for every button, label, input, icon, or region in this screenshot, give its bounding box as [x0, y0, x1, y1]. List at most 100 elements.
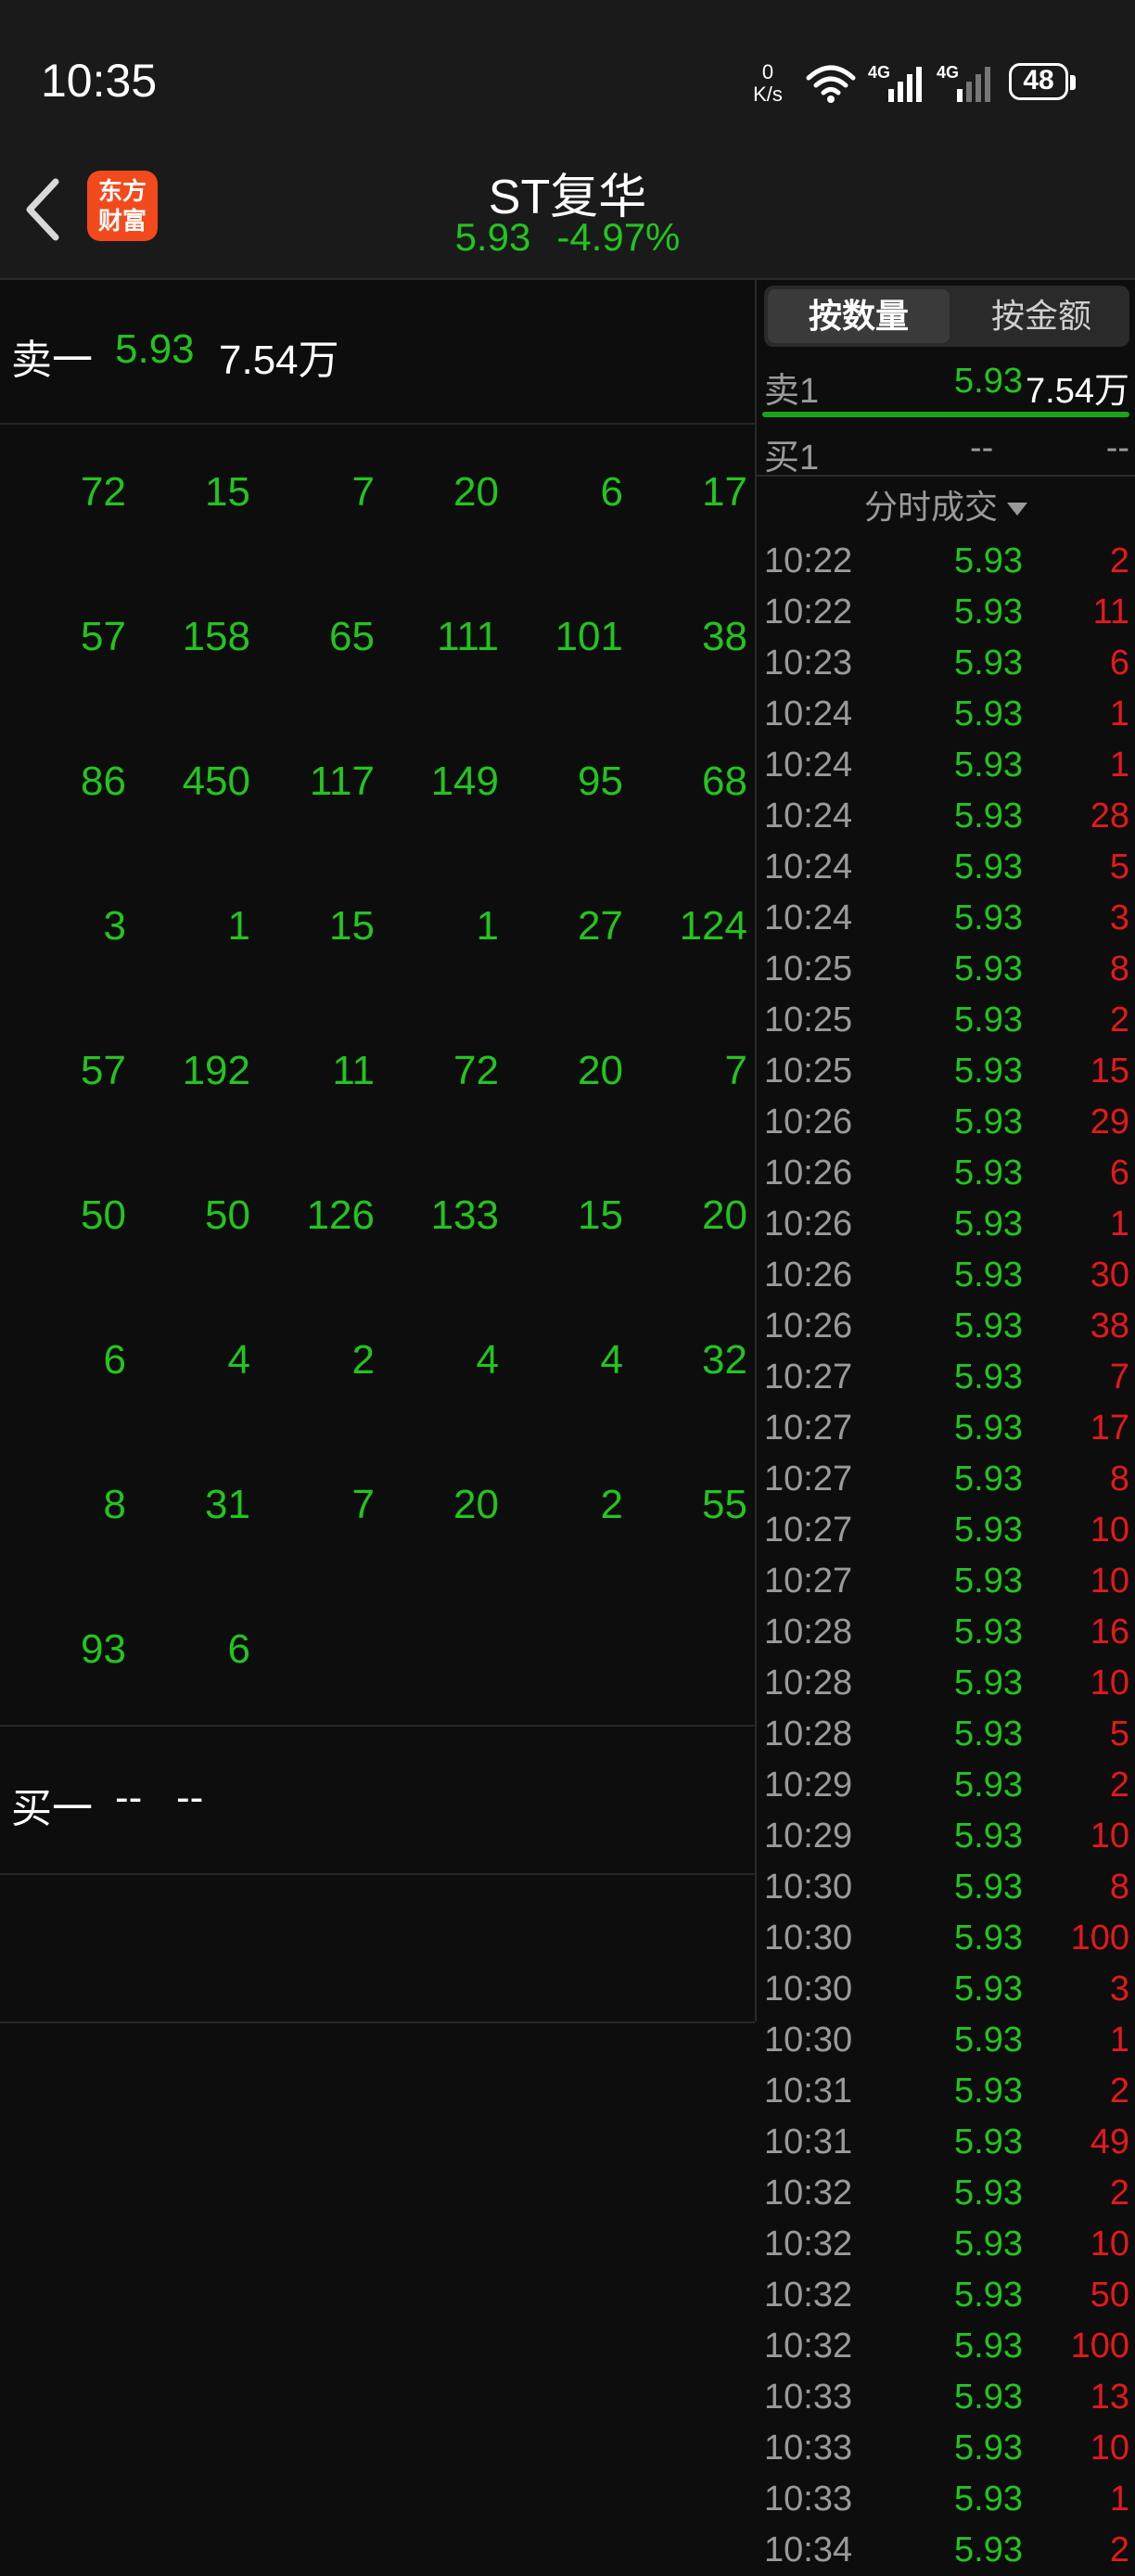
tick-row: 10:27 5.93 17 [757, 1403, 1135, 1454]
tick-row: 10:32 5.93 2 [757, 2168, 1135, 2219]
tick-time: 10:27 [764, 1511, 853, 1549]
tick-row: 10:26 5.93 30 [757, 1250, 1135, 1301]
tick-row: 10:27 5.93 8 [757, 1454, 1135, 1505]
tick-price: 5.93 [954, 1001, 1023, 1039]
tick-volume: 2 [1109, 2531, 1129, 2570]
order-queue-panel: 卖一 5.93 7.54万 72 15 7 20 6 17 57 158 65 111 101 38 8… [0, 280, 757, 2023]
tick-time: 10:26 [764, 1103, 853, 1141]
queue-order-volume: 149 [430, 759, 499, 804]
tick-volume: 1 [1109, 695, 1129, 733]
tick-row: 10:24 5.93 5 [757, 842, 1135, 893]
tick-volume: 49 [1090, 2123, 1129, 2162]
tick-volume: 15 [1090, 1052, 1129, 1090]
cellular-signal-1: 4G [868, 61, 933, 106]
tick-row: 10:28 5.93 5 [757, 1709, 1135, 1760]
tick-volume: 5 [1109, 848, 1129, 886]
queue-row: 57 158 65 111 101 38 [0, 569, 755, 714]
bid-price: -- [115, 1775, 143, 1820]
network-speed: 0 K/s [747, 61, 788, 106]
stock-header: 东方 财富 ST复华 5.93 -4.97% [0, 148, 1135, 280]
tick-price: 5.93 [954, 542, 1023, 580]
tick-volume: 29 [1090, 1103, 1129, 1141]
tick-volume: 6 [1109, 644, 1129, 682]
tick-price: 5.93 [954, 1052, 1023, 1090]
tick-volume: 3 [1109, 899, 1129, 937]
tick-time: 10:32 [764, 2225, 853, 2264]
queue-order-volume: 124 [679, 903, 747, 949]
tick-price: 5.93 [954, 2327, 1023, 2366]
tick-price: 5.93 [954, 2174, 1023, 2213]
tick-price: 5.93 [954, 2429, 1023, 2468]
tick-price: 5.93 [954, 2480, 1023, 2519]
bid-label: 买一 [11, 1786, 93, 1831]
tick-time: 10:22 [764, 542, 853, 580]
tick-row: 10:30 5.93 100 [757, 1913, 1135, 1964]
queue-order-volume: 158 [182, 614, 250, 659]
toggle-by-amount[interactable]: 按金额 [953, 286, 1129, 347]
cellular-signal-2: 4G [937, 61, 1001, 106]
tick-price: 5.93 [954, 797, 1023, 835]
tick-price: 5.93 [954, 1409, 1023, 1447]
status-bar: 10:35 0 K/s 4G 4G 48 [0, 0, 1135, 148]
queue-row: 50 50 126 133 15 20 [0, 1148, 755, 1293]
tick-volume: 10 [1090, 1562, 1129, 1600]
tick-row: 10:31 5.93 2 [757, 2066, 1135, 2117]
queue-order-volume: 57 [81, 614, 126, 659]
tick-volume: 8 [1109, 1460, 1129, 1498]
tick-row: 10:27 5.93 10 [757, 1505, 1135, 1556]
tick-price: 5.93 [954, 1205, 1023, 1243]
tick-volume: 7 [1109, 1358, 1129, 1396]
caret-down-icon [1007, 503, 1027, 516]
tick-price: 5.93 [954, 1868, 1023, 1906]
battery-icon: 48 [1009, 63, 1078, 104]
tick-time: 10:30 [764, 1970, 853, 2009]
tick-volume: 5 [1109, 1715, 1129, 1753]
queue-order-volume: 4 [476, 1337, 499, 1383]
queue-order-volume: 65 [329, 614, 375, 659]
tick-price: 5.93 [954, 1460, 1023, 1498]
ask-level-1[interactable]: 卖一 5.93 7.54万 [0, 280, 755, 425]
tick-price: 5.93 [954, 1715, 1023, 1753]
tick-row: 10:33 5.93 13 [757, 2372, 1135, 2423]
tick-time: 10:26 [764, 1154, 853, 1192]
queue-order-volume: 1 [476, 903, 499, 949]
tick-time: 10:28 [764, 1664, 853, 1702]
ticks-dropdown[interactable]: 分时成交 [757, 482, 1135, 532]
tick-row: 10:24 5.93 1 [757, 740, 1135, 791]
tick-row: 10:29 5.93 10 [757, 1811, 1135, 1862]
tick-row: 10:22 5.93 11 [757, 587, 1135, 638]
clock: 10:35 [41, 55, 158, 107]
tick-time: 10:27 [764, 1409, 853, 1447]
tick-volume: 100 [1070, 1919, 1129, 1958]
queue-order-volume: 27 [578, 903, 623, 949]
buy-1-price: -- [970, 428, 994, 467]
network-speed-value: 0 [761, 60, 774, 83]
bid-level-1[interactable]: 买一 -- -- [0, 1725, 755, 1875]
tick-volume: 11 [1092, 593, 1129, 631]
tick-row: 10:26 5.93 1 [757, 1199, 1135, 1250]
queue-order-volume: 17 [702, 469, 747, 515]
tick-row: 10:27 5.93 10 [757, 1556, 1135, 1607]
queue-order-volume: 6 [600, 469, 623, 515]
tick-volume: 38 [1090, 1307, 1129, 1345]
tick-row: 10:24 5.93 28 [757, 791, 1135, 842]
toggle-by-quantity[interactable]: 按数量 [768, 289, 950, 343]
queue-order-volume: 20 [453, 1482, 499, 1527]
tick-time: 10:33 [764, 2378, 853, 2417]
queue-order-volume: 6 [103, 1337, 126, 1383]
queue-order-volume: 7 [351, 469, 375, 515]
tick-volume: 8 [1109, 1868, 1129, 1906]
sell-1-row: 卖1 5.93 7.54万 [757, 356, 1135, 411]
tick-volume: 10 [1090, 1511, 1129, 1549]
tick-volume: 2 [1109, 2174, 1129, 2213]
ask-label: 卖一 [11, 338, 93, 383]
queue-order-volume: 20 [578, 1048, 623, 1093]
queue-order-volume: 93 [81, 1626, 126, 1672]
tick-time: 10:32 [764, 2276, 853, 2315]
queue-row: 8 31 7 20 2 55 [0, 1437, 755, 1582]
queue-order-volume: 1 [227, 903, 250, 949]
tick-row: 10:25 5.93 15 [757, 1046, 1135, 1097]
queue-order-volume: 7 [351, 1482, 375, 1527]
tick-volume: 10 [1090, 1664, 1129, 1702]
wifi-icon [806, 65, 856, 103]
